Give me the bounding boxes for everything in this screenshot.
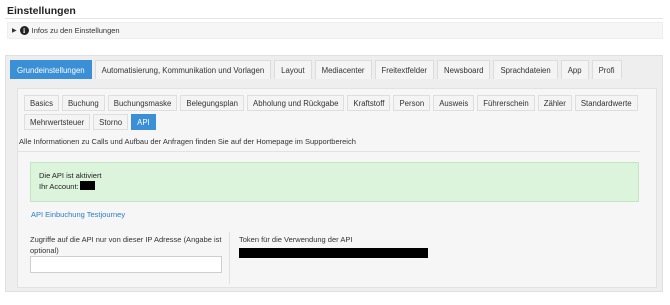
subtab-zaehler[interactable]: Zähler <box>537 95 572 111</box>
tab-profi[interactable]: Profi <box>591 60 622 79</box>
subtab-person[interactable]: Person <box>393 95 431 111</box>
tab-app[interactable]: App <box>560 60 589 79</box>
ip-field-group: Zugriffe auf die API nur von dieser IP A… <box>30 234 225 256</box>
tab-grundeinstellungen[interactable]: Grundeinstellungen <box>10 60 92 79</box>
tab-automatisierung[interactable]: Automatisierung, Kommunikation und Vorla… <box>94 60 272 79</box>
api-status-text: Die API ist aktiviert <box>39 171 102 180</box>
tab-layout[interactable]: Layout <box>274 60 312 79</box>
subtab-storno[interactable]: Storno <box>93 114 129 130</box>
subtab-api[interactable]: API <box>131 114 156 130</box>
subtab-abholung-rueckgabe[interactable]: Abholung und Rückgabe <box>247 95 345 111</box>
token-field-group: Token für die Verwendung der API <box>239 234 439 245</box>
tab-mediacenter[interactable]: Mediacenter <box>314 60 372 79</box>
account-label: Ihr Account: <box>39 182 79 191</box>
title-divider <box>5 18 663 19</box>
token-field-label: Token für die Verwendung der API <box>239 235 353 244</box>
info-icon: i <box>19 26 29 35</box>
ip-field-label: Zugriffe auf die API nur von dieser IP A… <box>30 235 222 255</box>
sub-tabs: Basics Buchung Buchungsmaske Belegungspl… <box>24 95 654 130</box>
content-divider <box>17 151 640 152</box>
main-tabs: Grundeinstellungen Automatisierung, Komm… <box>10 60 622 79</box>
subtab-standardwerte[interactable]: Standardwerte <box>574 95 638 111</box>
info-toggle[interactable]: ▶ i Infos zu den Einstellungen <box>7 22 663 39</box>
tab-freitextfelder[interactable]: Freitextfelder <box>374 60 434 79</box>
subtab-mehrwertsteuer[interactable]: Mehrwertsteuer <box>24 114 91 130</box>
token-redacted <box>239 248 428 258</box>
account-redacted <box>79 181 95 190</box>
account-line: Ihr Account: <box>39 181 630 192</box>
field-divider <box>229 232 230 284</box>
subtab-belegungsplan[interactable]: Belegungsplan <box>180 95 244 111</box>
subtab-kraftstoff[interactable]: Kraftstoff <box>347 95 391 111</box>
subtab-buchung[interactable]: Buchung <box>61 95 105 111</box>
subtab-basics[interactable]: Basics <box>24 95 59 111</box>
info-toggle-label: Infos zu den Einstellungen <box>31 26 120 35</box>
settings-window: Einstellungen ▶ i Infos zu den Einstellu… <box>0 0 670 305</box>
page-title: Einstellungen <box>7 5 76 17</box>
caret-right-icon: ▶ <box>12 28 17 34</box>
api-test-journey-link[interactable]: API Einbuchung Testjourney <box>31 210 125 219</box>
api-info-text: Alle Informationen zu Calls und Aufbau d… <box>19 137 356 146</box>
api-status-alert: Die API ist aktiviert Ihr Account: <box>30 162 639 202</box>
subtab-fuehrerschein[interactable]: Führerschein <box>477 95 535 111</box>
tab-newsboard[interactable]: Newsboard <box>437 60 491 79</box>
subtab-buchungsmaske[interactable]: Buchungsmaske <box>107 95 178 111</box>
ip-address-input[interactable] <box>30 256 222 273</box>
subtab-ausweis[interactable]: Ausweis <box>433 95 475 111</box>
tab-sprachdateien[interactable]: Sprachdateien <box>493 60 558 79</box>
